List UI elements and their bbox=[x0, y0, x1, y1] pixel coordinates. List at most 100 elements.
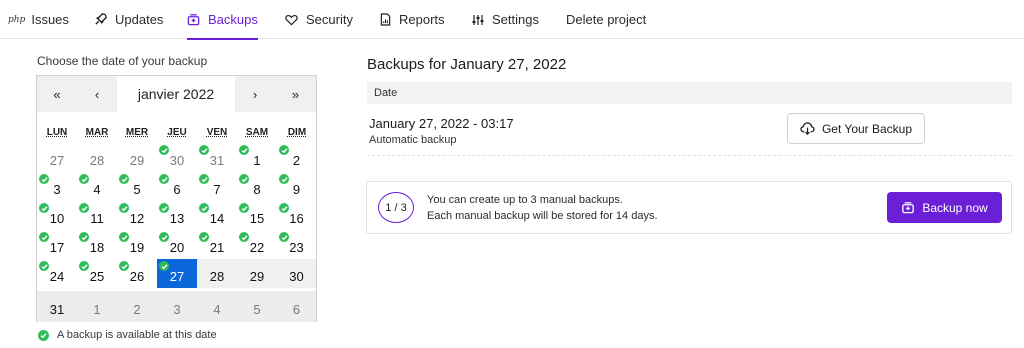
calendar-day[interactable]: 6 bbox=[277, 291, 316, 322]
tab-backups[interactable]: Backups bbox=[187, 0, 258, 40]
tab-reports[interactable]: Reports bbox=[380, 0, 445, 39]
legend-label: A backup is available at this date bbox=[57, 329, 217, 341]
day-number: 6 bbox=[173, 182, 181, 197]
calendar-day[interactable]: 14 bbox=[197, 201, 237, 230]
day-number: 10 bbox=[49, 211, 65, 226]
calendar-day[interactable]: 3 bbox=[37, 172, 77, 201]
day-number: 3 bbox=[173, 302, 181, 317]
calendar-day[interactable]: 20 bbox=[157, 230, 197, 259]
manual-backup-panel: 1 / 3 You can create up to 3 manual back… bbox=[366, 181, 1012, 234]
backup-now-label: Backup now bbox=[922, 200, 988, 215]
calendar-day[interactable]: 6 bbox=[157, 172, 197, 201]
calendar-day[interactable]: 4 bbox=[197, 291, 237, 322]
calendar-day[interactable]: 30 bbox=[157, 143, 197, 172]
calendar-day[interactable]: 1 bbox=[77, 291, 117, 322]
tab-delete-project[interactable]: Delete project bbox=[566, 0, 646, 39]
manual-info-line1: You can create up to 3 manual backups. bbox=[427, 194, 623, 206]
day-number: 2 bbox=[133, 302, 141, 317]
calendar-day[interactable]: 25 bbox=[77, 259, 117, 288]
calendar-day[interactable]: 4 bbox=[77, 172, 117, 201]
next-year-button[interactable]: » bbox=[275, 76, 316, 112]
calendar-day[interactable]: 16 bbox=[277, 201, 316, 230]
calendar-day[interactable]: 24 bbox=[37, 259, 77, 288]
calendar-day[interactable]: 9 bbox=[277, 172, 316, 201]
tab-security[interactable]: Security bbox=[285, 0, 353, 39]
day-number: 26 bbox=[129, 269, 145, 284]
check-icon bbox=[79, 232, 89, 242]
day-number: 24 bbox=[49, 269, 65, 284]
day-number: 28 bbox=[89, 153, 105, 168]
php-icon: php bbox=[8, 14, 26, 25]
legend: A backup is available at this date bbox=[38, 329, 217, 341]
calendar-day[interactable]: 19 bbox=[117, 230, 157, 259]
day-number: 8 bbox=[253, 182, 261, 197]
check-icon bbox=[279, 232, 289, 242]
tab-updates[interactable]: Updates bbox=[94, 0, 163, 39]
calendar-day[interactable]: 15 bbox=[237, 201, 277, 230]
calendar-day[interactable]: 11 bbox=[77, 201, 117, 230]
check-icon bbox=[239, 232, 249, 242]
check-icon bbox=[239, 145, 249, 155]
calendar-day[interactable]: 26 bbox=[117, 259, 157, 288]
calendar-day[interactable]: 17 bbox=[37, 230, 77, 259]
tab-label: Reports bbox=[399, 12, 445, 27]
calendar-day[interactable]: 22 bbox=[237, 230, 277, 259]
calendar-day[interactable]: 21 bbox=[197, 230, 237, 259]
calendar-day[interactable]: 28 bbox=[197, 259, 237, 288]
calendar-day[interactable]: 23 bbox=[277, 230, 316, 259]
report-icon bbox=[380, 13, 391, 26]
calendar-day[interactable]: 10 bbox=[37, 201, 77, 230]
weekday-header: VEN bbox=[206, 127, 228, 138]
day-number: 11 bbox=[90, 211, 104, 226]
prev-month-button[interactable]: ‹ bbox=[77, 76, 117, 112]
calendar-day[interactable]: 5 bbox=[117, 172, 157, 201]
check-icon bbox=[159, 174, 169, 184]
calendar-day[interactable]: 30 bbox=[277, 259, 316, 288]
prev-year-button[interactable]: « bbox=[37, 76, 77, 112]
day-number: 25 bbox=[89, 269, 105, 284]
check-icon bbox=[39, 174, 49, 184]
calendar-day[interactable]: 2 bbox=[277, 143, 316, 172]
check-icon bbox=[239, 203, 249, 213]
calendar-day[interactable]: 1 bbox=[237, 143, 277, 172]
next-month-button[interactable]: › bbox=[235, 76, 275, 112]
calendar-day[interactable]: 13 bbox=[157, 201, 197, 230]
tab-settings[interactable]: Settings bbox=[472, 0, 539, 39]
check-icon bbox=[199, 203, 209, 213]
tab-label: Delete project bbox=[566, 12, 647, 27]
calendar-day[interactable]: 3 bbox=[157, 291, 197, 322]
calendar-day[interactable]: 12 bbox=[117, 201, 157, 230]
calendar-day[interactable]: 29 bbox=[237, 259, 277, 288]
backup-icon bbox=[901, 201, 915, 214]
calendar-day[interactable]: 31 bbox=[197, 143, 237, 172]
calendar-day[interactable]: 29 bbox=[117, 143, 157, 172]
check-icon bbox=[39, 203, 49, 213]
calendar-day[interactable]: 2 bbox=[117, 291, 157, 322]
tab-bar: php Issues Updates Backups Security Repo… bbox=[0, 0, 1024, 40]
calendar-day[interactable]: 27 bbox=[37, 143, 77, 172]
check-icon bbox=[119, 261, 129, 271]
tab-label: Updates bbox=[115, 12, 164, 27]
day-number: 19 bbox=[129, 240, 145, 255]
check-icon bbox=[79, 174, 89, 184]
tab-label: Settings bbox=[492, 12, 539, 27]
check-icon bbox=[79, 261, 89, 271]
backup-type: Automatic backup bbox=[369, 134, 457, 146]
day-number: 31 bbox=[49, 302, 65, 317]
day-number: 22 bbox=[249, 240, 265, 255]
table-row: January 27, 2022 - 03:17 Automatic backu… bbox=[367, 104, 1012, 156]
calendar: « ‹ janvier 2022 › » LUN MAR MER JEU VEN SAM D… bbox=[36, 75, 317, 322]
calendar-day[interactable]: 31 bbox=[37, 291, 77, 322]
backup-now-button[interactable]: Backup now bbox=[887, 192, 1002, 223]
calendar-day[interactable]: 8 bbox=[237, 172, 277, 201]
calendar-day-selected[interactable]: 27 bbox=[157, 259, 197, 288]
check-icon bbox=[279, 174, 289, 184]
calendar-day[interactable]: 18 bbox=[77, 230, 117, 259]
get-backup-button[interactable]: Get Your Backup bbox=[787, 113, 925, 144]
calendar-day[interactable]: 7 bbox=[197, 172, 237, 201]
calendar-day[interactable]: 28 bbox=[77, 143, 117, 172]
tab-issues[interactable]: php Issues bbox=[8, 0, 69, 39]
check-icon bbox=[119, 203, 129, 213]
day-number: 27 bbox=[169, 269, 185, 284]
calendar-day[interactable]: 5 bbox=[237, 291, 277, 322]
